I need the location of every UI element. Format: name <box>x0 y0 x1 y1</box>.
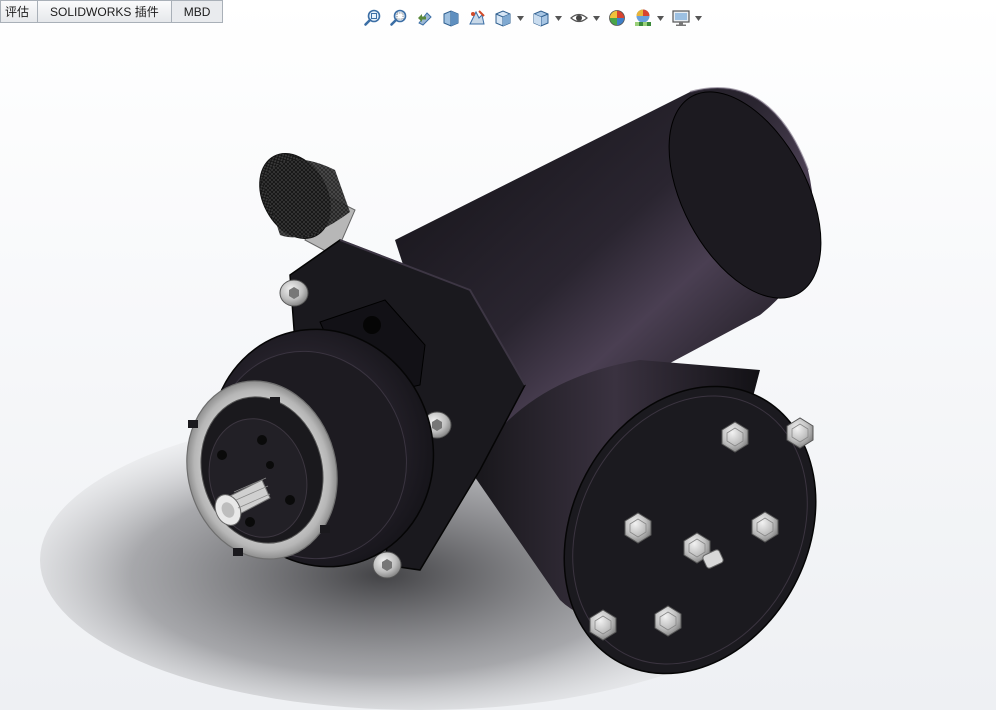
tab-label: SOLIDWORKS 插件 <box>50 5 159 19</box>
tab-mbd[interactable]: MBD <box>171 0 224 23</box>
knurled-knob <box>259 153 356 257</box>
tab-label: MBD <box>183 4 211 19</box>
tab-solidworks-addins[interactable]: SOLIDWORKS 插件 <box>38 0 172 23</box>
command-manager-tabs: 评估 SOLIDWORKS 插件 MBD <box>0 0 224 24</box>
tab-evaluate[interactable]: 评估 <box>0 0 39 23</box>
graphics-area[interactable] <box>0 24 996 710</box>
assembly-model-render <box>40 87 822 710</box>
tab-label: 评估 <box>5 5 30 19</box>
